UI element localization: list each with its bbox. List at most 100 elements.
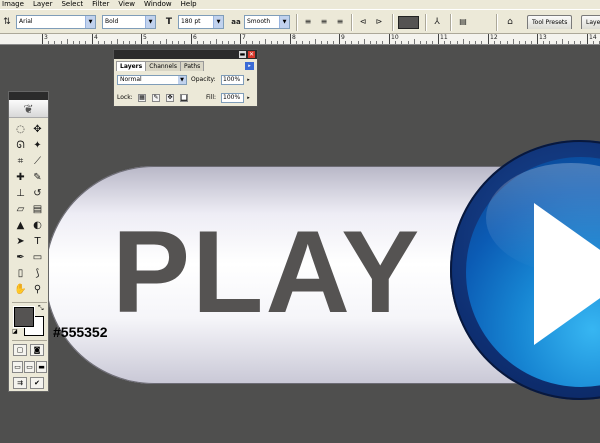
options-bar: ⇅ Arial ▼ Bold ▼ T 180 pt ▼ aa Smooth ▼ … — [0, 9, 600, 34]
anti-alias-select[interactable]: Smooth ▼ — [244, 15, 290, 29]
standard-screen-mode-icon[interactable]: ▭ — [12, 361, 23, 373]
ruler-minor-tick — [252, 41, 253, 44]
default-colors-icon[interactable]: ◪ — [12, 328, 18, 335]
ruler-minor-tick — [166, 39, 167, 44]
clone-stamp-tool-icon[interactable]: ⊥ — [12, 186, 29, 202]
chevron-down-icon: ▼ — [279, 16, 289, 28]
menu-image[interactable]: Image — [2, 0, 24, 9]
jump-to-imageready-icon[interactable]: ⇉ — [13, 377, 27, 389]
edit-in-imageready-icon[interactable]: ✔ — [30, 377, 44, 389]
blend-mode-select[interactable]: Normal ▼ — [117, 75, 187, 85]
ruler-minor-tick — [574, 41, 575, 44]
lock-position-icon[interactable]: ✥ — [166, 94, 174, 102]
crop-tool-icon[interactable]: ⌗ — [12, 154, 29, 170]
standard-mode-icon[interactable]: ▢ — [13, 344, 27, 356]
path-selection-tool-icon[interactable]: ➤ — [12, 234, 29, 250]
palette-menu-icon[interactable]: ▸ — [245, 62, 254, 70]
ruler-minor-tick — [85, 41, 86, 44]
toolbox-title-bar[interactable] — [9, 92, 48, 100]
menu-help[interactable]: Help — [181, 0, 197, 9]
opacity-field[interactable]: 100% — [221, 75, 244, 85]
ruler-minor-tick — [401, 41, 402, 44]
pen-tool-icon[interactable]: ✒ — [12, 250, 29, 266]
play-text: PLAY — [112, 206, 422, 337]
opacity-slider-icon[interactable]: ▸ — [245, 75, 252, 85]
ruler-minor-tick — [333, 41, 334, 44]
font-size-select[interactable]: 180 pt ▼ — [178, 15, 224, 29]
rtl-text-icon[interactable]: ⊲ — [356, 15, 370, 29]
healing-brush-tool-icon[interactable]: ✚ — [12, 170, 29, 186]
ruler-minor-tick — [364, 39, 365, 44]
ruler-minor-tick — [463, 39, 464, 44]
ruler-tick — [290, 34, 291, 44]
opacity-label: Opacity: — [191, 76, 216, 83]
document-canvas[interactable]: PLAY #555352 — [0, 45, 600, 443]
tab-layers[interactable]: Layers — [116, 61, 147, 71]
ruler-minor-tick — [222, 41, 223, 44]
lock-all-icon[interactable]: ■ — [180, 94, 188, 102]
palette-title-bar[interactable]: ▬ ✕ — [114, 50, 257, 59]
lasso-tool-icon[interactable]: ᘏ — [12, 138, 29, 154]
close-icon[interactable]: ✕ — [248, 51, 255, 58]
magic-wand-tool-icon[interactable]: ✦ — [29, 138, 46, 154]
dodge-tool-icon[interactable]: ◐ — [29, 218, 46, 234]
ruler-label: 6 — [193, 34, 197, 41]
menu-filter[interactable]: Filter — [92, 0, 109, 9]
history-brush-tool-icon[interactable]: ↺ — [29, 186, 46, 202]
font-size-value: 180 pt — [181, 18, 201, 25]
character-palette-icon[interactable]: ▤ — [456, 15, 470, 29]
menu-layer[interactable]: Layer — [33, 0, 53, 9]
ruler-tick — [339, 34, 340, 44]
blur-tool-icon[interactable]: ▲ — [12, 218, 29, 234]
swap-colors-icon[interactable]: ⤡ — [38, 304, 44, 313]
menu-view[interactable]: View — [118, 0, 135, 9]
eraser-tool-icon[interactable]: ▱ — [12, 202, 29, 218]
toolbox-divider — [12, 302, 47, 303]
shape-tool-icon[interactable]: ▭ — [29, 250, 46, 266]
toolbar-divider — [496, 14, 497, 31]
font-family-select[interactable]: Arial ▼ — [16, 15, 96, 29]
tab-paths[interactable]: Paths — [179, 61, 205, 71]
zoom-tool-icon[interactable]: ⚲ — [29, 282, 46, 298]
ruler-minor-tick — [98, 41, 99, 44]
move-tool-icon[interactable]: ✥ — [29, 122, 46, 138]
full-screen-menu-mode-icon[interactable]: ▭ — [24, 361, 35, 373]
warp-text-icon[interactable]: ⅄ — [430, 15, 444, 29]
align-center-icon[interactable]: ≡ — [317, 15, 331, 29]
lock-transparency-icon[interactable]: ▦ — [138, 94, 146, 102]
ruler-minor-tick — [457, 41, 458, 44]
align-right-icon[interactable]: ≡ — [333, 15, 347, 29]
full-screen-mode-icon[interactable]: ▬ — [36, 361, 47, 373]
ruler-minor-tick — [48, 41, 49, 44]
quick-mask-mode-icon[interactable]: ◙ — [30, 344, 44, 356]
feather-logo-icon[interactable]: ❦ — [9, 100, 48, 118]
fill-field[interactable]: 100% — [221, 93, 244, 103]
tab-tool-presets[interactable]: Tool Presets — [527, 15, 573, 29]
hand-tool-icon[interactable]: ✋ — [12, 282, 29, 298]
ruler-minor-tick — [246, 41, 247, 44]
ltr-text-icon[interactable]: ⊳ — [372, 15, 386, 29]
lock-pixels-icon[interactable]: ✎ — [152, 94, 160, 102]
tab-layer-comps[interactable]: Laye — [581, 15, 600, 29]
align-left-icon[interactable]: ≡ — [301, 15, 315, 29]
font-style-select[interactable]: Bold ▼ — [102, 15, 156, 29]
menu-window[interactable]: Window — [144, 0, 172, 9]
foreground-color-swatch[interactable] — [14, 307, 34, 327]
file-browser-icon[interactable]: ⌂ — [503, 15, 517, 29]
slice-tool-icon[interactable]: ⟋ — [29, 154, 46, 170]
fill-slider-icon[interactable]: ▸ — [245, 93, 252, 103]
brush-tool-icon[interactable]: ✎ — [29, 170, 46, 186]
ruler-minor-tick — [376, 41, 377, 44]
text-orientation-icon[interactable]: ⇅ — [0, 15, 14, 29]
horizontal-ruler[interactable]: 3 4 5 6 7 8 9 10 11 12 13 14 — [0, 34, 600, 45]
notes-tool-icon[interactable]: ▯ — [12, 266, 29, 282]
tab-channels[interactable]: Channels — [145, 61, 181, 71]
eyedropper-tool-icon[interactable]: ⟆ — [29, 266, 46, 282]
minimize-icon[interactable]: ▬ — [239, 51, 246, 58]
play-triangle-icon — [534, 203, 600, 345]
gradient-tool-icon[interactable]: ▤ — [29, 202, 46, 218]
menu-select[interactable]: Select — [61, 0, 83, 9]
type-tool-icon[interactable]: T — [29, 234, 46, 250]
marquee-tool-icon[interactable]: ◌ — [12, 122, 29, 138]
text-color-swatch[interactable] — [398, 16, 419, 29]
